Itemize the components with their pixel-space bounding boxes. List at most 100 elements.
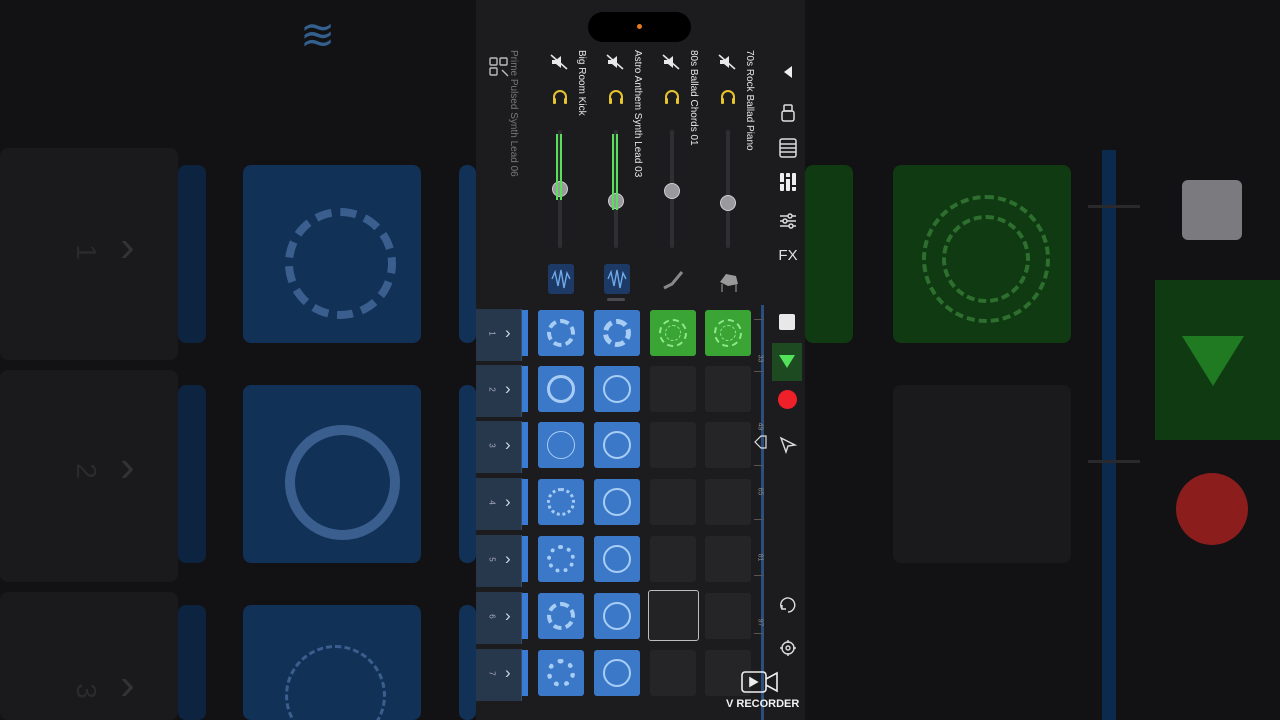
bg-tile [178, 385, 206, 563]
offscreen-cell[interactable] [522, 479, 528, 525]
track-header[interactable]: 80s Ballad Chords 01 [652, 50, 702, 300]
selected-empty-cell[interactable] [648, 590, 699, 641]
mute-speaker-icon[interactable] [550, 54, 568, 70]
offscreen-cell[interactable] [522, 422, 528, 468]
waveform-icon[interactable] [604, 264, 630, 294]
scene-trigger-button[interactable]: 3 › [476, 421, 522, 473]
loop-waveform-ring [547, 545, 575, 573]
loop-icon[interactable] [778, 595, 798, 615]
chevron-right-icon: › [505, 435, 511, 454]
play-button[interactable] [772, 343, 802, 381]
loop-waveform-ring [603, 488, 631, 516]
loop-cell[interactable] [594, 366, 640, 412]
scene-trigger-button[interactable]: 7 › [476, 649, 522, 701]
loop-cell[interactable] [538, 536, 584, 582]
loop-cell[interactable] [538, 650, 584, 696]
volume-slider-knob[interactable] [720, 195, 736, 211]
bg-tile [893, 385, 1071, 563]
loop-cell[interactable] [594, 479, 640, 525]
piano-icon[interactable] [716, 264, 742, 294]
controls-icon[interactable] [776, 209, 800, 233]
bg-tile [459, 605, 476, 720]
empty-cell[interactable] [650, 422, 696, 468]
loop-waveform-ring [547, 602, 575, 630]
empty-cell[interactable] [705, 422, 751, 468]
scene-trigger-button[interactable]: 4 › [476, 478, 522, 530]
loop-cell[interactable] [538, 479, 584, 525]
loop-cell[interactable] [538, 422, 584, 468]
empty-cell[interactable] [650, 366, 696, 412]
loop-cell[interactable] [705, 310, 751, 356]
track-header-partial[interactable]: Prime Pulsed Synth Lead 06 [496, 50, 526, 300]
scene-trigger-button[interactable]: 1 › [476, 309, 522, 361]
recording-indicator [637, 24, 642, 29]
synth-keyboard-icon[interactable] [660, 264, 686, 294]
empty-cell[interactable] [705, 536, 751, 582]
offscreen-cell[interactable] [522, 310, 528, 356]
mixer-view-icon[interactable] [776, 170, 800, 194]
headphones-icon[interactable] [719, 88, 737, 106]
chevron-right-icon: › [505, 492, 511, 511]
track-header[interactable]: Astro Anthem Synth Lead 03 [596, 50, 646, 300]
track-header[interactable]: Big Room Kick [540, 50, 590, 300]
bg-tile [459, 165, 476, 343]
settings-gear-icon[interactable] [778, 638, 798, 658]
loop-cell[interactable] [594, 650, 640, 696]
instrument-view-icon[interactable] [776, 102, 800, 126]
empty-cell[interactable] [650, 650, 696, 696]
stop-icon[interactable] [779, 314, 795, 330]
loop-cell[interactable] [594, 422, 640, 468]
play-icon [779, 355, 795, 368]
empty-cell[interactable] [650, 479, 696, 525]
bg-panel [0, 592, 178, 720]
empty-cell[interactable] [650, 536, 696, 582]
scene-number: 1 [487, 331, 497, 336]
scene-trigger-button[interactable]: 6 › [476, 592, 522, 644]
scene-trigger-button[interactable]: 2 › [476, 365, 522, 417]
drag-handle[interactable] [607, 298, 625, 301]
headphones-icon[interactable] [551, 88, 569, 106]
playhead-icon[interactable] [753, 433, 767, 456]
track-name: 80s Ballad Chords 01 [688, 50, 699, 146]
cell-select-icon[interactable] [778, 435, 798, 455]
bg-waveform-icon: ≋ [300, 11, 336, 58]
loop-cell[interactable] [594, 536, 640, 582]
scene-trigger-button[interactable]: 5 › [476, 535, 522, 587]
scene-number: 7 [487, 671, 497, 676]
fx-button[interactable]: FX [776, 244, 800, 268]
volume-slider-track[interactable] [726, 130, 730, 248]
loop-cell[interactable] [538, 593, 584, 639]
track-header[interactable]: 70s Rock Ballad Piano [708, 50, 758, 300]
offscreen-cell[interactable] [522, 593, 528, 639]
loop-waveform-ring [547, 488, 575, 516]
offscreen-cell[interactable] [522, 650, 528, 696]
headphones-icon[interactable] [607, 88, 625, 106]
headphones-icon[interactable] [663, 88, 681, 106]
offscreen-cell[interactable] [522, 366, 528, 412]
timeline-tick [754, 519, 764, 520]
level-meter [556, 134, 558, 200]
offscreen-cell[interactable] [522, 536, 528, 582]
mute-speaker-icon[interactable] [606, 54, 624, 70]
record-icon[interactable] [778, 390, 797, 409]
tracks-view-icon[interactable] [776, 136, 800, 160]
mute-speaker-icon[interactable] [662, 54, 680, 70]
chevron-right-icon: › [505, 379, 511, 398]
volume-slider-knob[interactable] [664, 183, 680, 199]
loop-cell[interactable] [594, 593, 640, 639]
collapse-arrow-icon[interactable] [776, 60, 800, 84]
loop-cell[interactable] [538, 366, 584, 412]
timeline-bar [761, 305, 764, 720]
timeline-tick [754, 633, 764, 634]
waveform-icon[interactable] [548, 264, 574, 294]
loop-cell[interactable] [594, 310, 640, 356]
loop-cell[interactable] [650, 310, 696, 356]
empty-cell[interactable] [705, 479, 751, 525]
phone-screen: Prime Pulsed Synth Lead 06 Big Room Kick… [476, 0, 805, 720]
scene-number: 4 [487, 500, 497, 505]
timeline-marker: 49 [756, 422, 764, 431]
mute-speaker-icon[interactable] [718, 54, 736, 70]
loop-cell[interactable] [538, 310, 584, 356]
empty-cell[interactable] [705, 593, 751, 639]
empty-cell[interactable] [705, 366, 751, 412]
